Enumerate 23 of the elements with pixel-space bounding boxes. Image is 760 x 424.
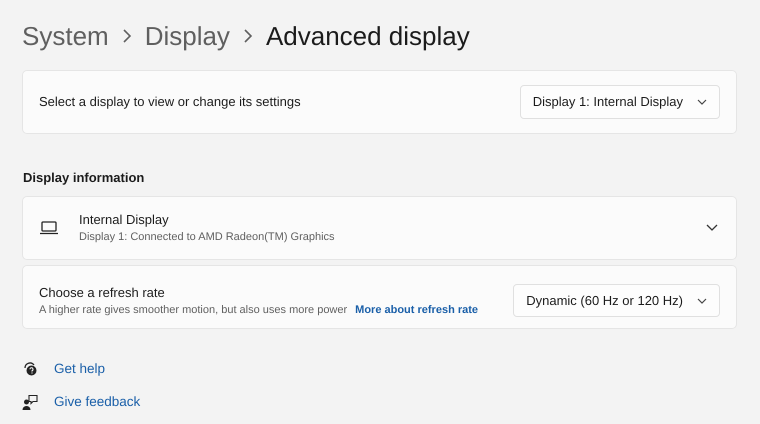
section-heading: Display information — [23, 169, 146, 187]
breadcrumb-link[interactable]: System — [22, 16, 109, 56]
page-title: Advanced display — [266, 20, 470, 52]
chevron-right-icon — [120, 29, 133, 43]
chevron-down-icon — [697, 99, 707, 105]
feedback-icon — [22, 394, 38, 410]
card-title: Internal Display — [79, 210, 170, 229]
breadcrumb-link[interactable]: Display — [144, 16, 230, 56]
expandable-card[interactable]: Internal Display Display 1: Connected to AMD Radeon(TM) Graphics — [22, 196, 737, 260]
setting-label: Select a display to view or change its settings — [39, 93, 301, 112]
setting-description: A higher rate gives smoother motion, but also uses more power — [39, 303, 348, 318]
feedback-link[interactable]: Give feedback — [54, 392, 140, 412]
setting-label: Choose a refresh rate — [39, 284, 166, 302]
chevron-down-icon[interactable] — [706, 224, 718, 231]
learn-more-link[interactable]: More about refresh rate — [355, 302, 478, 318]
refresh-rate-dropdown[interactable]: Dynamic (60 Hz or 120 Hz) — [513, 284, 720, 318]
help-icon — [22, 360, 38, 377]
card-subtitle: Display 1: Connected to AMD Radeon(TM) Graphics — [79, 230, 336, 245]
display-dropdown[interactable]: Display 1: Internal Display — [520, 85, 720, 119]
chevron-down-icon — [697, 298, 707, 304]
help-link[interactable]: Get help — [54, 358, 106, 379]
chevron-right-icon — [242, 29, 254, 43]
laptop-icon — [39, 220, 59, 234]
